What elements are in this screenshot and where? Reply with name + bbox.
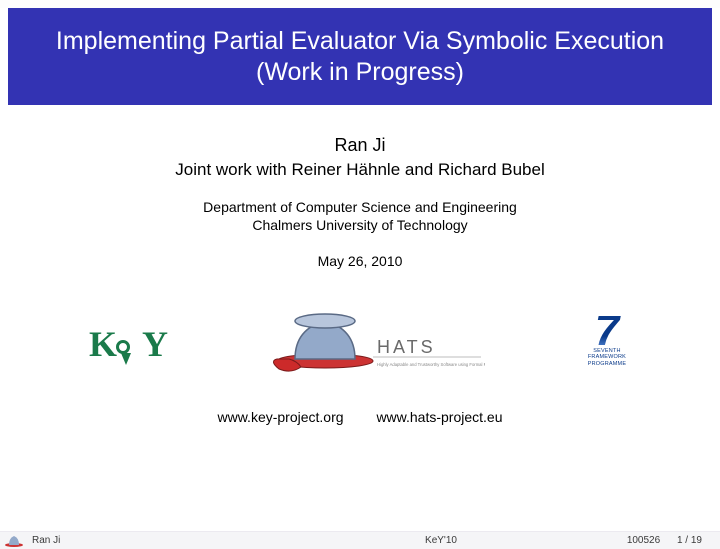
url-row: www.key-project.org www.hats-project.eu — [0, 409, 720, 425]
fp7-seven-icon: 7 — [583, 316, 631, 347]
fp7-logo: 7 SEVENTH FRAMEWORK PROGRAMME — [583, 316, 631, 372]
title-line-2: (Work in Progress) — [18, 56, 702, 89]
hats-tagline: Highly Adaptable and Trustworthy Softwar… — [377, 362, 485, 367]
key-project-url: www.key-project.org — [218, 409, 344, 425]
talk-date: May 26, 2010 — [0, 253, 720, 269]
department-line: Department of Computer Science and Engin… — [0, 198, 720, 217]
title-block: Implementing Partial Evaluator Via Symbo… — [8, 8, 712, 105]
joint-work-line: Joint work with Reiner Hähnle and Richar… — [0, 160, 720, 180]
title-line-1: Implementing Partial Evaluator Via Symbo… — [18, 26, 702, 56]
hats-logo: HATS Highly Adaptable and Trustworthy So… — [265, 309, 485, 379]
content: Ran Ji Joint work with Reiner Hähnle and… — [0, 105, 720, 270]
fp7-text-2: PROGRAMME — [583, 362, 631, 368]
fp7-text-1: SEVENTH FRAMEWORK — [583, 349, 631, 360]
key-logo: KY — [89, 323, 167, 365]
hats-project-url: www.hats-project.eu — [376, 409, 502, 425]
logo-row: KY HATS Highly Adaptable and Trustworthy… — [0, 269, 720, 389]
university-line: Chalmers University of Technology — [0, 216, 720, 235]
footer: Ran Ji KeY'10 100526 1 / 19 — [0, 531, 720, 549]
affiliation: Department of Computer Science and Engin… — [0, 198, 720, 236]
hats-name: HATS — [377, 337, 436, 357]
slide: Implementing Partial Evaluator Via Symbo… — [0, 8, 720, 549]
author-name: Ran Ji — [0, 135, 720, 156]
hats-logo-icon: HATS Highly Adaptable and Trustworthy So… — [265, 309, 485, 379]
